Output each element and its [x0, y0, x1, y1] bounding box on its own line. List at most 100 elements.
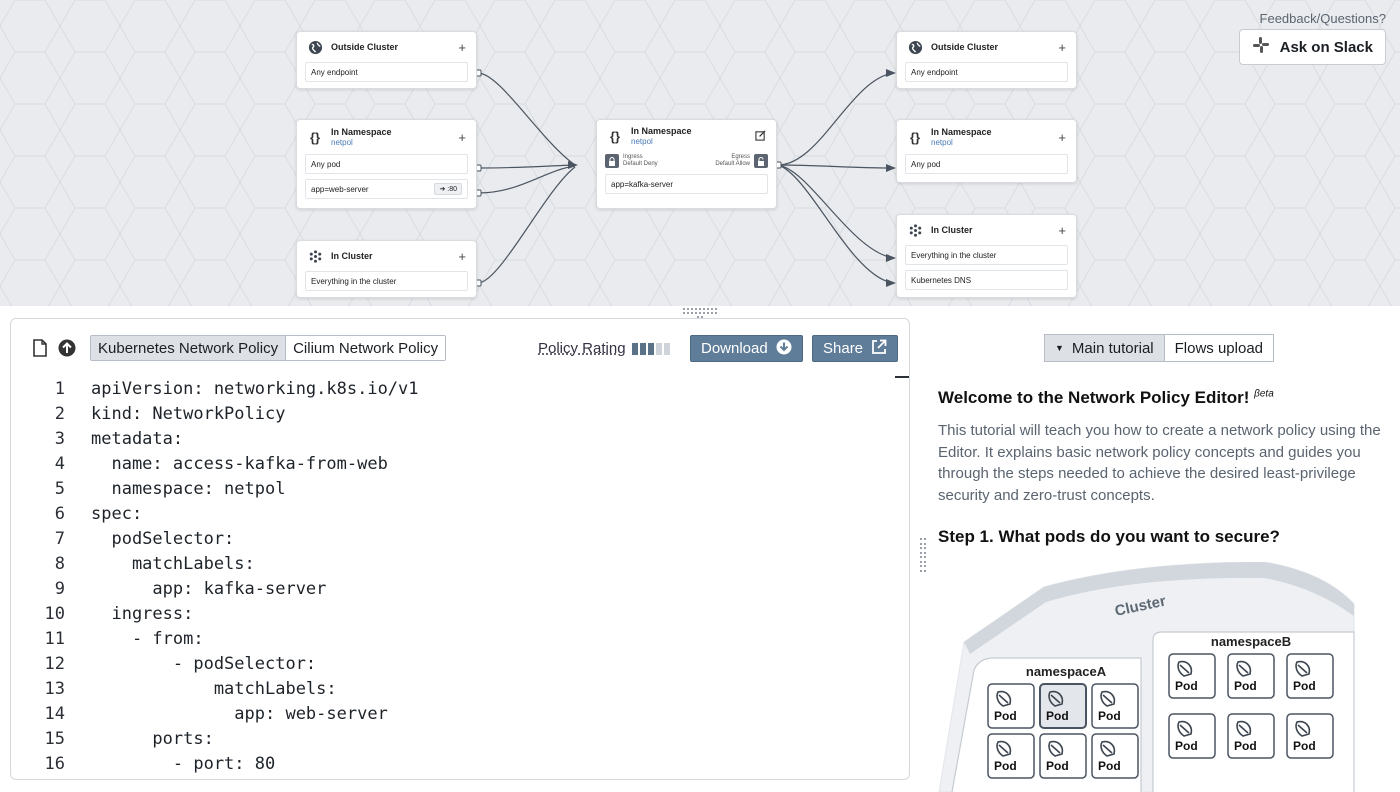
code-line[interactable]: 13 matchLabels:	[11, 677, 419, 702]
code-line[interactable]: 2 kind: NetworkPolicy	[11, 402, 419, 427]
add-rule-button[interactable]: +	[1058, 41, 1066, 54]
ask-on-slack-button[interactable]: Ask on Slack	[1238, 29, 1386, 65]
download-button[interactable]: Download	[690, 335, 803, 362]
unlock-icon[interactable]	[754, 154, 768, 168]
left-card-in-cluster[interactable]: In Cluster + Everything in the cluster	[296, 240, 477, 298]
step-1-heading: Step 1. What pods do you want to secure?	[938, 527, 1280, 546]
horizontal-resize-handle[interactable]	[683, 308, 717, 318]
code-text: name: access-kafka-from-web	[91, 454, 388, 474]
rule-label: Any endpoint	[311, 67, 358, 77]
tab-kubernetes-network-policy[interactable]: Kubernetes Network Policy	[91, 336, 286, 360]
edit-icon[interactable]	[755, 129, 766, 143]
right-card-in-cluster[interactable]: In Cluster + Everything in the cluster K…	[896, 214, 1077, 298]
right-card-outside-cluster[interactable]: Outside Cluster + Any endpoint	[896, 31, 1077, 89]
edge-center-to-outside	[777, 72, 894, 166]
edge-center-to-anypod	[777, 164, 894, 169]
new-file-icon[interactable]	[33, 339, 47, 362]
rule-any-pod[interactable]: Any pod	[305, 154, 468, 174]
code-line[interactable]: 9 app: kafka-server	[11, 577, 419, 602]
selector-kafka-server[interactable]: app=kafka-server	[605, 174, 768, 194]
left-card-in-namespace[interactable]: {} In Namespace netpol + Any pod app=web…	[296, 119, 477, 209]
add-rule-button[interactable]: +	[1058, 131, 1066, 144]
edge-outside-to-center	[477, 72, 576, 166]
code-text: app: web-server	[91, 704, 388, 724]
pod-label: Pod	[1098, 759, 1121, 773]
code-text: app: kafka-server	[91, 579, 327, 599]
pod-box: Pod	[1286, 653, 1334, 699]
policy-rating[interactable]: Policy Rating	[538, 340, 670, 357]
rule-everything-in-cluster[interactable]: Everything in the cluster	[305, 271, 468, 291]
code-text: spec:	[91, 504, 143, 524]
pod-label: Pod	[1175, 739, 1198, 753]
add-rule-button[interactable]: +	[458, 250, 466, 263]
right-card-in-namespace[interactable]: {} In Namespace netpol + Any pod	[896, 119, 1077, 183]
cluster-icon	[907, 222, 923, 238]
editor-scroll-thumb[interactable]	[895, 376, 909, 378]
download-icon	[776, 339, 792, 359]
code-line[interactable]: 10 ingress:	[11, 602, 419, 627]
card-title: In Namespace	[331, 126, 392, 137]
port-badge: ➔ :80	[434, 183, 462, 195]
rule-everything-in-cluster[interactable]: Everything in the cluster	[905, 245, 1068, 265]
upload-icon[interactable]	[58, 339, 76, 362]
cluster-diagram: Cluster namespaceA namespaceB Pod Pod PodP…	[938, 562, 1355, 792]
code-text: - from:	[91, 629, 204, 649]
left-card-outside-cluster[interactable]: Outside Cluster + Any endpoint	[296, 31, 477, 89]
code-line[interactable]: 15 ports:	[11, 727, 419, 752]
tutorial-panel: ▼ Main tutorial Flows upload Welcome to …	[920, 318, 1400, 792]
code-line[interactable]: 5 namespace: netpol	[11, 477, 419, 502]
line-number: 13	[44, 679, 65, 699]
lock-icon[interactable]	[605, 154, 619, 168]
code-line[interactable]: 16 - port: 80	[11, 752, 419, 777]
rating-bar	[655, 342, 662, 355]
code-text: - port: 80	[91, 754, 276, 774]
namespace-a-label: namespaceA	[1026, 664, 1107, 679]
yaml-code-editor[interactable]: 1 apiVersion: networking.k8s.io/v1 2 kind: …	[11, 377, 419, 777]
namespace-b-label: namespaceB	[1211, 634, 1291, 649]
share-label: Share	[823, 340, 864, 357]
line-number: 2	[54, 404, 65, 424]
code-line[interactable]: 12 - podSelector:	[11, 652, 419, 677]
rule-any-endpoint[interactable]: Any endpoint	[905, 62, 1068, 82]
rule-any-endpoint[interactable]: Any endpoint	[305, 62, 468, 82]
code-text: - podSelector:	[91, 654, 317, 674]
card-title: In Namespace	[631, 125, 692, 136]
code-line[interactable]: 6 spec:	[11, 502, 419, 527]
share-button[interactable]: Share	[812, 335, 899, 362]
beta-badge: βeta	[1254, 388, 1274, 400]
pod-box: Pod	[1286, 713, 1334, 759]
rule-web-server[interactable]: app=web-server ➔ :80	[305, 179, 468, 199]
line-number: 7	[54, 529, 65, 549]
center-card-selected-pods[interactable]: {} In Namespace netpol Ingress Default D…	[596, 119, 777, 209]
rule-kubernetes-dns[interactable]: Kubernetes DNS	[905, 270, 1068, 290]
code-line[interactable]: 14 app: web-server	[11, 702, 419, 727]
feedback-label: Feedback/Questions?	[1259, 11, 1386, 26]
pod-box: Pod	[1168, 653, 1216, 699]
pod-box: Pod	[1227, 653, 1275, 699]
code-line[interactable]: 7 podSelector:	[11, 527, 419, 552]
code-text: ingress:	[91, 604, 194, 624]
add-rule-button[interactable]: +	[458, 131, 466, 144]
code-line[interactable]: 11 - from:	[11, 627, 419, 652]
tab-flows-upload[interactable]: Flows upload	[1163, 335, 1274, 361]
pod-box: Pod	[1168, 713, 1216, 759]
code-line[interactable]: 4 name: access-kafka-from-web	[11, 452, 419, 477]
add-rule-button[interactable]: +	[458, 41, 466, 54]
tutorial-tabs: ▼ Main tutorial Flows upload	[1044, 334, 1275, 362]
code-line[interactable]: 1 apiVersion: networking.k8s.io/v1	[11, 377, 419, 402]
line-number: 10	[44, 604, 65, 624]
code-line[interactable]: 3 metadata:	[11, 427, 419, 452]
rating-bar	[647, 342, 654, 355]
line-number: 12	[44, 654, 65, 674]
tab-cilium-network-policy[interactable]: Cilium Network Policy	[285, 336, 446, 360]
add-rule-button[interactable]: +	[1058, 224, 1066, 237]
tab-main-tutorial[interactable]: ▼ Main tutorial	[1045, 335, 1164, 361]
rule-any-pod[interactable]: Any pod	[905, 154, 1068, 174]
code-line[interactable]: 8 matchLabels:	[11, 552, 419, 577]
code-text: apiVersion: networking.k8s.io/v1	[91, 379, 419, 399]
card-namespace: netpol	[631, 136, 653, 146]
vertical-resize-handle[interactable]	[920, 538, 926, 572]
policy-editor: Kubernetes Network Policy Cilium Network…	[10, 318, 910, 780]
pod-label: Pod	[1098, 709, 1121, 723]
pod-label: Pod	[1175, 679, 1198, 693]
